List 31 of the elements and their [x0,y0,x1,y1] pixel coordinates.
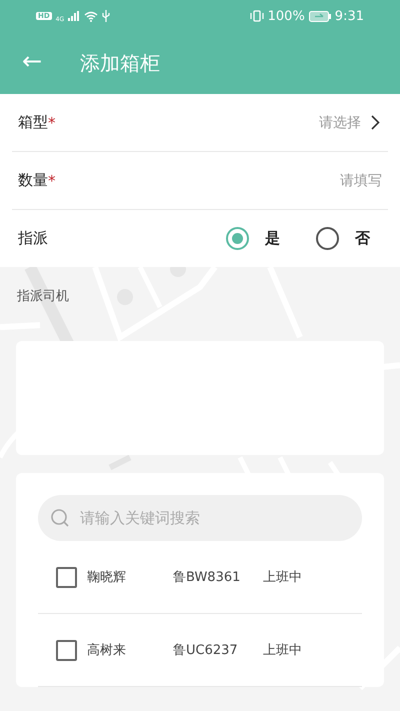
wifi-icon [84,10,98,22]
driver-name: 鞠晓辉 [87,569,127,586]
usb-icon [102,10,110,22]
driver-status: 上班中 [263,642,302,659]
plate-number: 鲁UC6237 [173,642,239,659]
required-mark: * [48,114,56,132]
battery-icon [308,10,331,22]
required-mark: * [48,172,56,190]
radio-button[interactable] [226,227,249,250]
battery-percent: 100% [268,8,305,24]
checkbox[interactable] [56,566,77,588]
plate-number: 鲁BW8361 [173,569,242,586]
field-label: 数量 [18,171,48,190]
back-button[interactable]: ← [20,47,44,79]
select-field[interactable]: 请选择 [319,114,361,132]
section-label: 指派司机 [17,288,70,305]
radio-button[interactable] [316,227,339,250]
clock: 9:31 [334,8,364,24]
search-field[interactable]: 请输入关键词搜索 [38,495,362,541]
field-label: 箱型 [18,113,48,132]
vibrate-icon [250,10,264,22]
signal-icon [68,11,80,21]
page-title: 添加箱柜 [80,50,160,76]
radio-label: 是 [265,229,280,248]
checkbox[interactable] [56,640,77,660]
search-icon [50,508,70,528]
chevron-right-icon [371,115,380,130]
field-label: 指派 [18,229,48,248]
radio-label: 否 [355,229,370,248]
driver-name: 高树来 [87,642,127,659]
driver-status: 上班中 [263,569,302,586]
